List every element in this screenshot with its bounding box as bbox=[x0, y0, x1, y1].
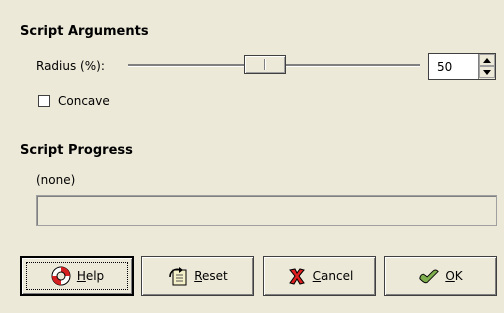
concave-label: Concave bbox=[58, 94, 110, 108]
radius-spinbox bbox=[428, 53, 496, 80]
progress-status: (none) bbox=[36, 173, 76, 187]
script-progress-title: Script Progress bbox=[20, 143, 133, 158]
reset-button[interactable]: Reset bbox=[141, 256, 254, 296]
reset-icon bbox=[167, 265, 189, 287]
help-label: Help bbox=[76, 269, 105, 283]
triangle-up-icon bbox=[483, 57, 491, 63]
progress-bar bbox=[36, 195, 497, 226]
spin-down-button[interactable] bbox=[479, 66, 495, 78]
ok-button[interactable]: OK bbox=[384, 256, 497, 296]
lifebuoy-icon bbox=[50, 265, 72, 287]
ok-label: OK bbox=[445, 269, 463, 283]
radius-value-input[interactable] bbox=[431, 56, 475, 77]
script-arguments-title: Script Arguments bbox=[20, 24, 149, 39]
cancel-button[interactable]: Cancel bbox=[263, 256, 376, 296]
ok-check-icon bbox=[418, 265, 440, 287]
concave-checkbox[interactable] bbox=[38, 95, 50, 107]
help-button[interactable]: Help bbox=[20, 256, 134, 296]
spin-up-button[interactable] bbox=[479, 54, 495, 66]
radius-spin-buttons bbox=[478, 54, 495, 79]
reset-label: Reset bbox=[194, 269, 228, 283]
cancel-x-icon bbox=[286, 265, 308, 287]
cancel-label: Cancel bbox=[312, 269, 354, 283]
concave-option[interactable]: Concave bbox=[38, 94, 110, 108]
radius-slider-handle[interactable] bbox=[244, 55, 286, 74]
radius-label: Radius (%): bbox=[36, 59, 105, 73]
triangle-down-icon bbox=[483, 69, 491, 75]
